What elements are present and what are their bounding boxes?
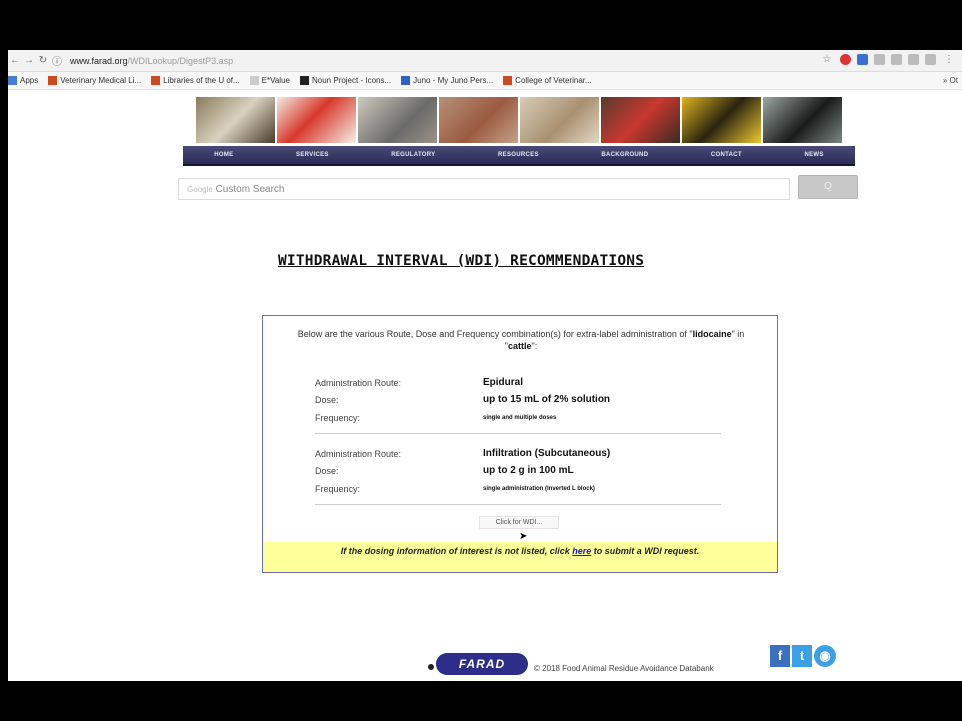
route-label: Administration Route:	[315, 449, 402, 459]
dose-value: up to 15 mL of 2% solution	[483, 394, 611, 405]
turkey-photo	[601, 97, 680, 143]
noun-project-icon	[299, 76, 309, 85]
star-icon[interactable]: ☆	[820, 54, 834, 65]
extension-icon[interactable]	[891, 54, 902, 65]
info-icon[interactable]: ⓘ	[50, 53, 64, 68]
dose-label: Dose:	[315, 466, 339, 476]
extension-icon[interactable]	[874, 54, 885, 65]
bee-photo	[682, 97, 761, 143]
university-icon	[48, 76, 58, 85]
facebook-icon[interactable]: f	[770, 645, 790, 667]
request-notice: If the dosing information of interest is…	[263, 542, 777, 572]
notice-post: to submit a WDI request.	[591, 546, 700, 556]
bookmark-item[interactable]: Veterinary Medical Li...	[48, 76, 141, 85]
bookmark-item[interactable]: E*Value	[249, 76, 290, 85]
search-button[interactable]: Q	[798, 175, 858, 199]
apps-grid-icon	[8, 76, 17, 85]
dose-value: up to 2 g in 100 mL	[483, 465, 574, 476]
sheep-photo	[520, 97, 599, 143]
route-value: Epidural	[483, 377, 524, 388]
bookmark-apps[interactable]: Apps	[8, 76, 38, 85]
bull-photo	[763, 97, 842, 143]
twitter-icon[interactable]: t	[792, 645, 812, 667]
nav-item-news[interactable]: NEWS	[804, 152, 823, 158]
search-placeholder: Custom Search	[215, 184, 285, 195]
frequency-label: Frequency:	[315, 484, 361, 494]
bookmark-item[interactable]: Libraries of the U of...	[151, 76, 240, 85]
extension-icon[interactable]	[908, 54, 919, 65]
footer: FARAD © 2018 Food Animal Residue Avoidan…	[428, 645, 868, 681]
extension-icon[interactable]	[925, 54, 936, 65]
search-icon: Q	[824, 181, 832, 192]
goat-photo	[358, 97, 437, 143]
video-frame: ← → ↻ ⓘ www.farad.org/WDILookup/DigestP3…	[0, 0, 962, 721]
click-for-wdi-button[interactable]: Click for WDI...	[479, 516, 559, 529]
frequency-value: single and multiple doses	[483, 415, 557, 421]
recommendations-panel: Below are the various Route, Dose and Fr…	[262, 315, 778, 573]
browser-window: ← → ↻ ⓘ www.farad.org/WDILookup/DigestP3…	[8, 50, 962, 681]
route-label: Administration Route:	[315, 378, 402, 388]
route-value: Infiltration (Subcutaneous)	[483, 448, 611, 459]
site-navigation: HOME SERVICES REGULATORY RESOURCES BACKG…	[183, 146, 855, 166]
university-icon	[151, 76, 161, 85]
intro-text: Below are the various Route, Dose and Fr…	[281, 328, 761, 352]
page-title: WITHDRAWAL INTERVAL (WDI) RECOMMENDATION…	[278, 253, 645, 269]
menu-icon[interactable]: ⋮	[942, 54, 956, 65]
intro-post: ":	[531, 341, 538, 351]
google-brand: Google	[187, 185, 213, 194]
pig-photo	[439, 97, 518, 143]
animal-photo-banner	[196, 97, 844, 143]
url-path: /WDILookup/DigestP3.asp	[127, 55, 234, 66]
bullet-icon	[428, 664, 434, 670]
farad-logo[interactable]: FARAD	[436, 653, 528, 675]
university-icon	[503, 76, 513, 85]
search-input[interactable]: Google Custom Search	[178, 178, 790, 200]
nav-item-resources[interactable]: RESOURCES	[498, 152, 539, 158]
browser-toolbar: ← → ↻ ⓘ www.farad.org/WDILookup/DigestP3…	[8, 50, 962, 72]
document-icon	[249, 76, 259, 85]
bookmark-label: Apps	[20, 76, 39, 85]
bookmark-label: Juno - My Juno Pers...	[413, 76, 494, 85]
extension-icon[interactable]	[857, 54, 868, 65]
nav-item-contact[interactable]: CONTACT	[711, 152, 742, 158]
other-bookmarks[interactable]: » Ot	[943, 76, 958, 85]
bookmark-label: College of Veterinar...	[515, 76, 592, 85]
cattle-photo	[196, 97, 275, 143]
social-links: f t ◉	[770, 645, 836, 667]
divider	[315, 504, 721, 505]
address-bar[interactable]: www.farad.org/WDILookup/DigestP3.asp	[70, 56, 233, 66]
copyright-text: © 2018 Food Animal Residue Avoidance Dat…	[534, 664, 714, 673]
intro-pre: Below are the various Route, Dose and Fr…	[297, 329, 693, 339]
bookmark-label: Noun Project - Icons...	[311, 76, 392, 85]
notice-pre: If the dosing information of interest is…	[340, 546, 573, 556]
pinterest-icon[interactable]	[840, 54, 851, 65]
bookmark-label: Veterinary Medical Li...	[60, 76, 142, 85]
extensions: ☆ ⋮	[820, 54, 956, 65]
frequency-label: Frequency:	[315, 413, 361, 423]
bookmark-item[interactable]: College of Veterinar...	[503, 76, 592, 85]
nav-item-home[interactable]: HOME	[214, 152, 233, 158]
mouse-cursor-icon: ➤	[519, 531, 528, 542]
nav-item-services[interactable]: SERVICES	[296, 152, 329, 158]
url-domain: www.farad.org	[70, 55, 128, 66]
drug-name: lidocaine	[692, 329, 732, 339]
bookmark-item[interactable]: Noun Project - Icons...	[299, 76, 392, 85]
nav-item-regulatory[interactable]: REGULATORY	[391, 152, 435, 158]
bookmarks-bar: Apps Veterinary Medical Li... Libraries …	[8, 72, 962, 90]
bookmark-label: Libraries of the U of...	[163, 76, 240, 85]
submit-request-link[interactable]: here	[572, 546, 591, 556]
chicken-photo	[277, 97, 356, 143]
bookmark-label: E*Value	[261, 76, 290, 85]
dose-label: Dose:	[315, 395, 339, 405]
back-icon[interactable]: ←	[8, 55, 22, 66]
nav-item-background[interactable]: BACKGROUND	[601, 152, 648, 158]
map-pin-icon[interactable]: ◉	[814, 645, 836, 667]
frequency-value: single administration (Inverted L block)	[483, 486, 595, 492]
divider	[315, 433, 721, 434]
bookmark-item[interactable]: Juno - My Juno Pers...	[401, 76, 493, 85]
juno-icon	[401, 76, 411, 85]
species-name: cattle	[507, 341, 532, 351]
reload-icon[interactable]: ↻	[36, 55, 50, 66]
forward-icon[interactable]: →	[22, 55, 36, 66]
